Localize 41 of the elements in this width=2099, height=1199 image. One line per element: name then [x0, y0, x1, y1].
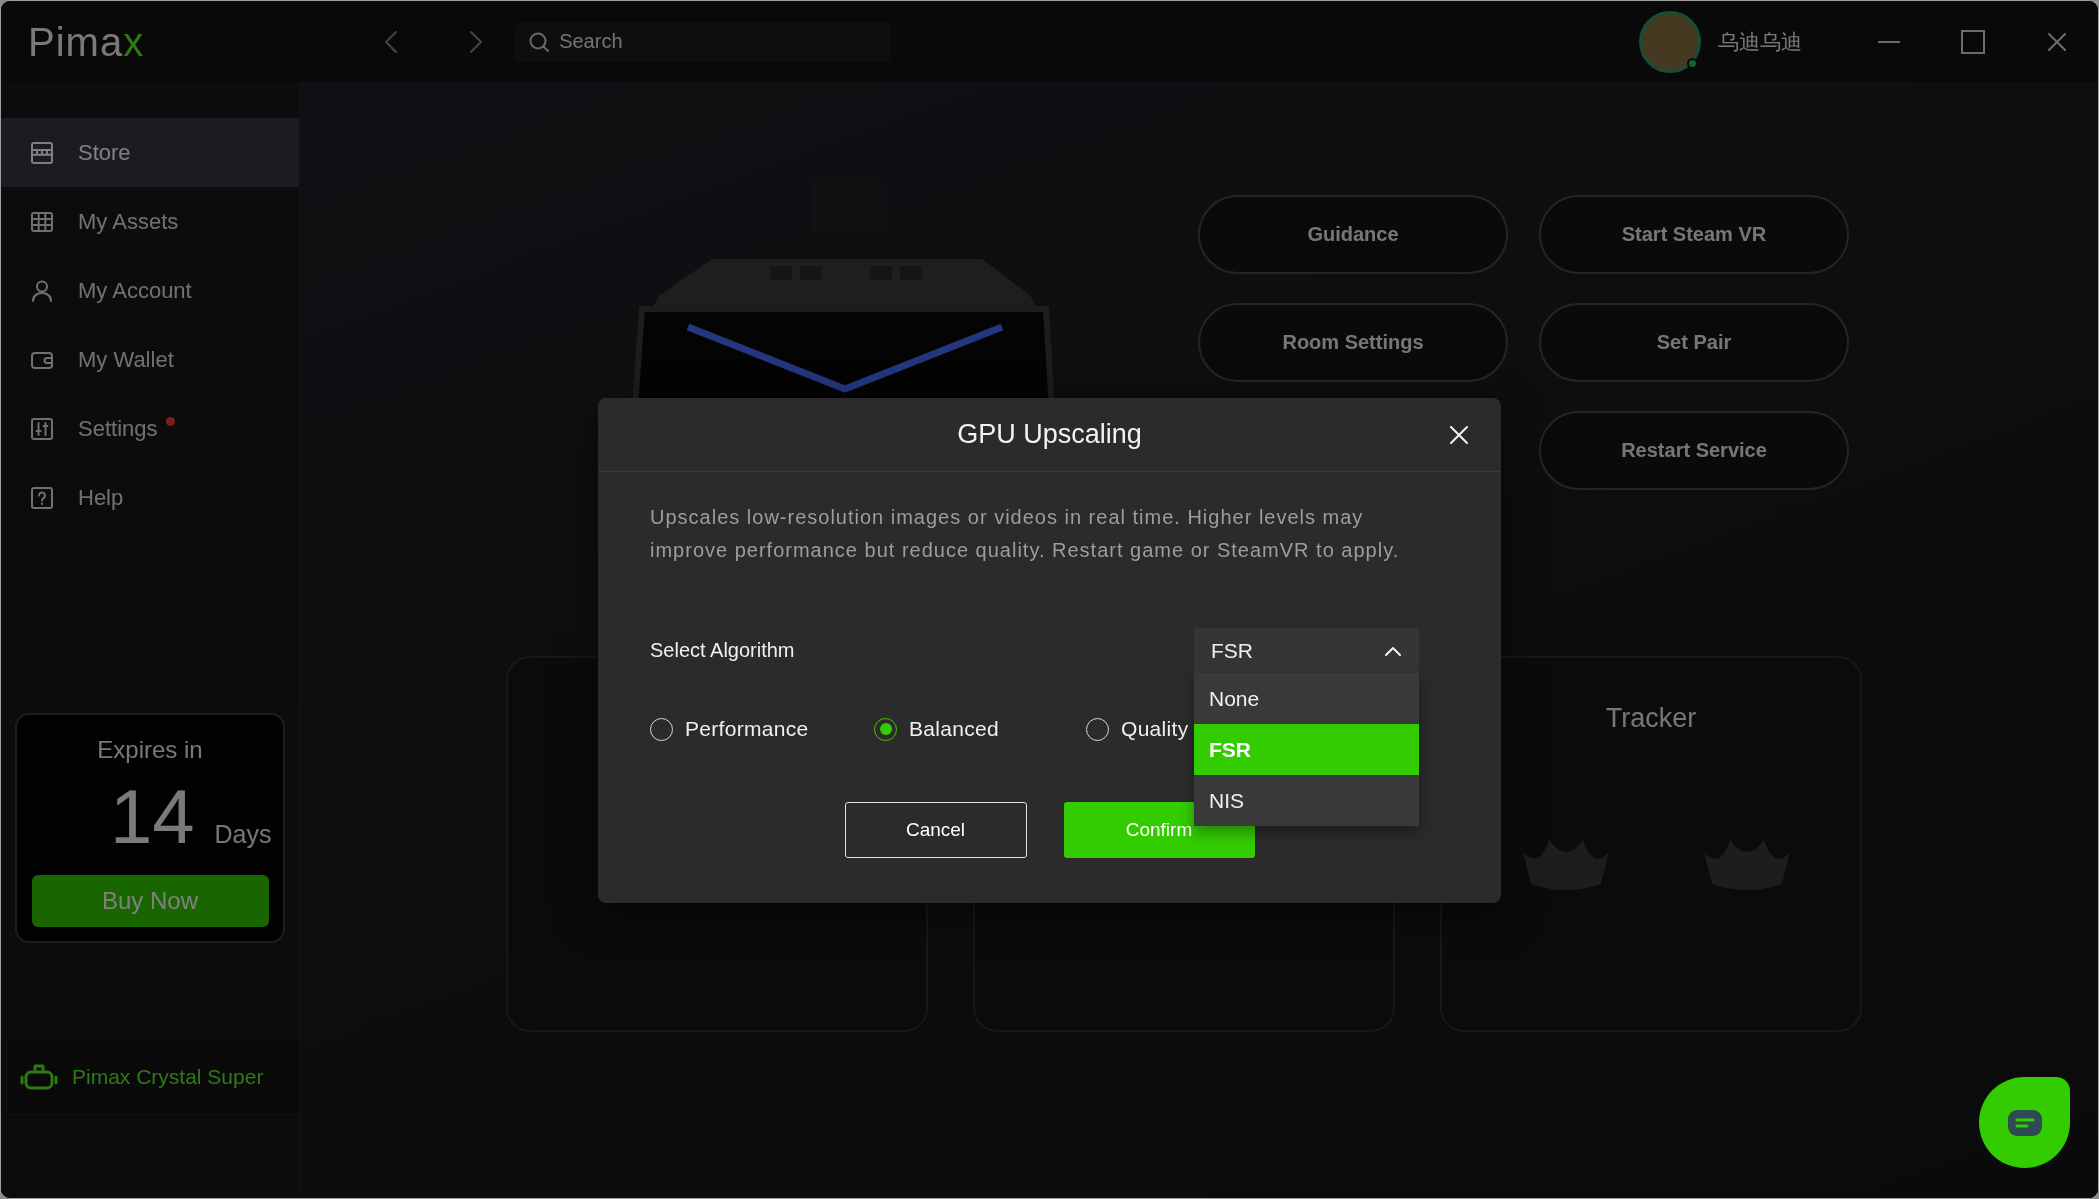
dropdown-option[interactable]: None [1194, 673, 1419, 724]
chevron-up-icon [1385, 645, 1401, 656]
chat-icon [2007, 1109, 2042, 1136]
sidebar-item[interactable]: My Assets [1, 187, 299, 256]
radio-option[interactable]: Performance [650, 717, 809, 741]
device-name: Pimax Crystal Super [72, 1064, 264, 1089]
radio-option[interactable]: Quality [1086, 717, 1189, 741]
maximize-icon[interactable] [1961, 29, 1985, 54]
description-text: Upscales low-resolution images or videos in real time. Higher levels may improve performance but reduce quality. Restart game or SteamVR to apply. [650, 505, 1401, 563]
expiry-label: Expires in [97, 736, 203, 764]
help-icon [31, 486, 53, 509]
days-unit: Days [214, 820, 272, 849]
sidebar-item[interactable]: Help [1, 463, 299, 532]
sidebar-item[interactable]: My Account [1, 256, 299, 325]
headset-icon [20, 1062, 58, 1091]
search-field[interactable]: Search [515, 21, 892, 62]
sliders-icon [31, 417, 53, 440]
card-title: Tracker [1605, 702, 1697, 734]
grid-icon [31, 210, 53, 233]
chevron-left-icon[interactable] [384, 29, 399, 54]
action-button[interactable]: Restart Service [1539, 411, 1849, 490]
field-label: Select Algorithm [650, 639, 795, 662]
radio-option[interactable]: Balanced [874, 717, 999, 741]
search-icon [529, 31, 550, 52]
chevron-right-icon[interactable] [469, 29, 484, 54]
algorithm-select[interactable]: FSR [1194, 628, 1419, 673]
action-button[interactable]: Set Pair [1539, 303, 1849, 382]
action-button[interactable]: Room Settings [1198, 303, 1508, 382]
action-button[interactable]: Start Steam VR [1539, 195, 1849, 274]
cancel-button[interactable]: Cancel [844, 802, 1027, 858]
person-icon [31, 279, 53, 302]
sidebar-item[interactable]: Store [1, 118, 299, 187]
user-name: 乌迪乌迪 [1718, 28, 1802, 55]
sidebar-item[interactable]: My Wallet [1, 325, 299, 394]
app-logo: Pimax [28, 21, 145, 62]
store-icon [31, 141, 53, 164]
device-status-bar[interactable]: Pimax Crystal Super [6, 1038, 300, 1115]
days-count: 14 [110, 779, 195, 855]
sidebar-item[interactable]: Settings [1, 394, 299, 463]
action-button[interactable]: Guidance [1198, 195, 1508, 274]
dialog-title: GPU Upscaling [957, 419, 1142, 450]
